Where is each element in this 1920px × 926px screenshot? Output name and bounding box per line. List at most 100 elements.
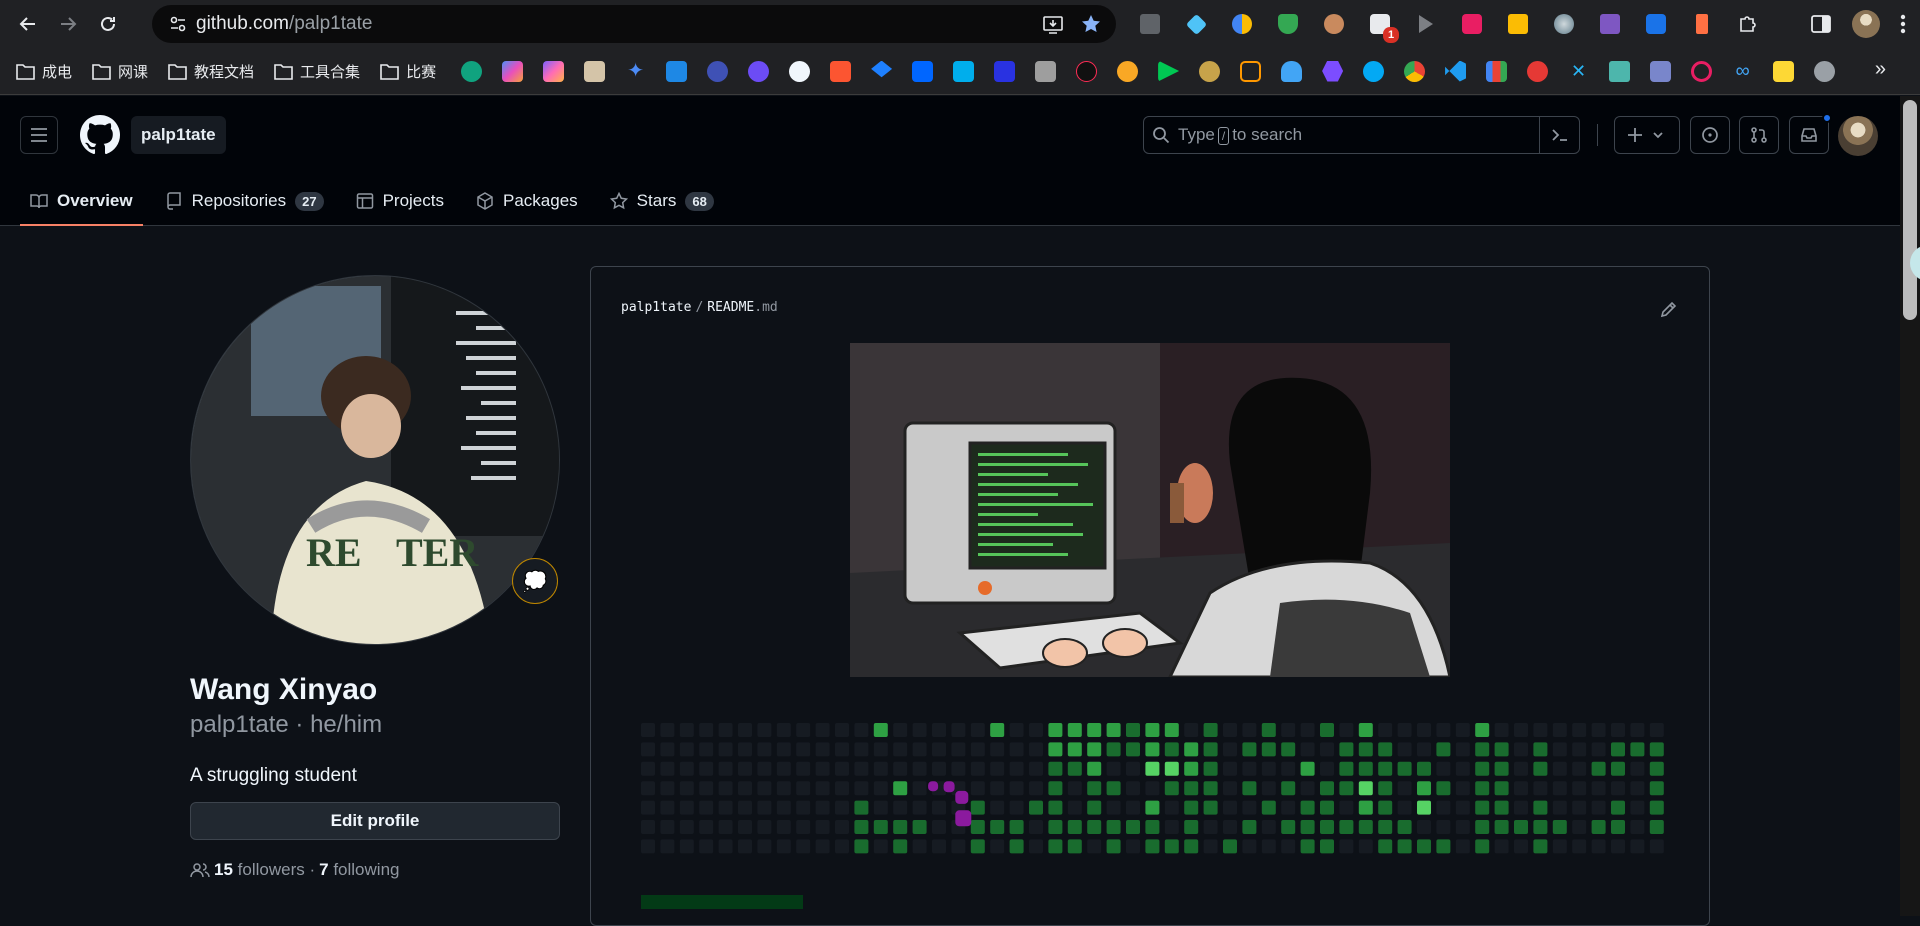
contribution-cell xyxy=(1436,839,1451,854)
contribution-cell xyxy=(1261,781,1276,796)
book-icon xyxy=(30,194,48,209)
contribution-cell xyxy=(1436,742,1451,757)
contribution-cell xyxy=(835,742,849,757)
readme-owner-link[interactable]: palp1tate xyxy=(621,300,691,315)
site-info-icon[interactable] xyxy=(160,14,196,34)
bookmark-x-icon[interactable]: ✕ xyxy=(1568,61,1589,82)
github-logo-icon[interactable] xyxy=(80,115,120,155)
create-new-button[interactable] xyxy=(1614,116,1680,154)
bookmark-picture-icon[interactable] xyxy=(1035,60,1057,82)
extension-download-icon[interactable] xyxy=(1503,9,1533,39)
bookmark-globe-icon[interactable] xyxy=(1814,60,1836,82)
scrollbar-thumb[interactable] xyxy=(1903,100,1917,320)
followers-link[interactable]: 15 followers · xyxy=(214,860,315,880)
pull-requests-button[interactable] xyxy=(1739,116,1779,154)
browser-profile-avatar[interactable] xyxy=(1852,10,1880,38)
extension-tag-icon[interactable] xyxy=(1687,9,1717,39)
bookmark-infinity-icon[interactable]: ∞ xyxy=(1732,60,1753,82)
bookmark-cloud-icon[interactable] xyxy=(1281,60,1303,82)
following-link[interactable]: 7 following xyxy=(319,860,399,880)
contribution-cell xyxy=(1475,742,1490,757)
extension-diamond-icon[interactable] xyxy=(1181,9,1211,39)
bookmark-swirl-icon[interactable] xyxy=(748,60,770,82)
extension-orb-icon[interactable] xyxy=(1549,9,1579,39)
bookmark-green-icon[interactable] xyxy=(1609,60,1631,82)
bookmark-ring-icon[interactable] xyxy=(707,60,729,82)
bookmarks-overflow-icon[interactable]: » xyxy=(1875,58,1886,81)
extension-shield-icon[interactable] xyxy=(1273,9,1303,39)
issues-button[interactable] xyxy=(1690,116,1730,154)
profile-avatar[interactable]: RE TER xyxy=(190,275,560,645)
bookmark-douyin-icon[interactable] xyxy=(1076,60,1098,82)
address-bar[interactable]: github.com/palp1tate xyxy=(152,5,1116,43)
contribution-cell xyxy=(1494,839,1509,854)
extension-tv-icon[interactable] xyxy=(1457,9,1487,39)
bookmark-bird-icon[interactable] xyxy=(1363,60,1385,82)
bookmark-copilot-icon[interactable] xyxy=(502,60,524,82)
side-panel-icon[interactable] xyxy=(1810,13,1832,35)
bookmark-sparkle-icon[interactable]: ✦ xyxy=(625,60,646,82)
command-palette-button[interactable] xyxy=(1539,117,1579,153)
tab-packages[interactable]: Packages xyxy=(466,176,588,226)
bookmark-gold-icon[interactable] xyxy=(1199,60,1221,82)
bookmark-gmail-icon[interactable] xyxy=(1486,60,1508,82)
tab-stars[interactable]: Stars 68 xyxy=(600,176,724,226)
bookmark-zhihu-icon[interactable] xyxy=(912,60,934,82)
contribution-cell xyxy=(1378,839,1393,854)
bookmark-folder[interactable]: 教程文档 xyxy=(168,61,254,82)
contribution-cell xyxy=(1494,781,1509,796)
bookmark-folder[interactable]: 成电 xyxy=(16,61,72,82)
bookmark-vscode-icon[interactable] xyxy=(1445,60,1467,82)
forward-button[interactable] xyxy=(48,4,88,44)
extension-translate-icon[interactable] xyxy=(1641,9,1671,39)
bookmark-chatgpt-icon[interactable] xyxy=(461,60,483,82)
bookmark-square-icon[interactable] xyxy=(1650,60,1672,82)
readme-filename[interactable]: README xyxy=(707,300,754,315)
browser-menu-icon[interactable] xyxy=(1900,13,1906,35)
contribution-cell xyxy=(1649,742,1664,757)
edit-pencil-icon[interactable] xyxy=(1659,299,1679,319)
user-avatar[interactable] xyxy=(1838,116,1878,156)
tab-overview[interactable]: Overview xyxy=(20,176,143,226)
bookmark-bilibili-icon[interactable] xyxy=(953,60,975,82)
bookmark-folder[interactable]: 工具合集 xyxy=(274,61,360,82)
back-button[interactable] xyxy=(8,4,48,44)
bookmark-baidu-icon[interactable] xyxy=(994,60,1016,82)
set-status-button[interactable]: 💭 xyxy=(512,558,558,604)
bookmark-hex-icon[interactable] xyxy=(1322,60,1344,82)
profile-owner-link[interactable]: palp1tate xyxy=(131,116,226,154)
bookmark-github-icon[interactable] xyxy=(789,60,811,82)
bookmark-chrome-icon[interactable] xyxy=(1404,60,1426,82)
bookmark-c-icon[interactable] xyxy=(1691,60,1713,82)
menu-button[interactable] xyxy=(20,116,58,154)
bookmark-link-icon[interactable] xyxy=(1240,60,1262,82)
bookmark-bug-icon[interactable] xyxy=(1527,60,1549,82)
extension-eyes-icon[interactable] xyxy=(1319,9,1349,39)
bookmark-photo-icon[interactable] xyxy=(1773,60,1795,82)
reload-button[interactable] xyxy=(88,4,128,44)
bookmark-folder[interactable]: 比赛 xyxy=(380,61,436,82)
bookmark-csdn-icon[interactable] xyxy=(830,60,852,82)
extension-copy-icon[interactable] xyxy=(1135,9,1165,39)
edit-profile-button[interactable]: Edit profile xyxy=(190,802,560,840)
tab-repositories[interactable]: Repositories 27 xyxy=(155,176,334,226)
contribution-cell xyxy=(1048,820,1063,834)
bookmark-play-icon[interactable] xyxy=(1158,60,1180,82)
bookmark-cube-icon[interactable] xyxy=(666,60,688,82)
bookmark-anthropic-icon[interactable] xyxy=(584,60,606,82)
tab-label: Repositories xyxy=(191,191,287,210)
contribution-cell xyxy=(1475,723,1490,737)
extensions-puzzle-icon[interactable] xyxy=(1733,9,1763,39)
extension-notification-icon[interactable]: 1 xyxy=(1365,9,1399,43)
install-app-icon[interactable] xyxy=(1042,13,1064,35)
bookmark-layers-icon[interactable] xyxy=(871,60,893,78)
bookmark-copilot2-icon[interactable] xyxy=(543,60,565,82)
extension-play-icon[interactable] xyxy=(1411,9,1441,39)
extension-pdf-icon[interactable] xyxy=(1595,9,1625,39)
tab-projects[interactable]: Projects xyxy=(346,176,454,226)
bookmark-star-icon[interactable] xyxy=(1080,13,1102,35)
search-input[interactable]: Type / to search xyxy=(1143,116,1580,154)
bookmark-face-icon[interactable] xyxy=(1117,60,1139,82)
extension-ball-icon[interactable] xyxy=(1227,9,1257,39)
bookmark-folder[interactable]: 网课 xyxy=(92,61,148,82)
